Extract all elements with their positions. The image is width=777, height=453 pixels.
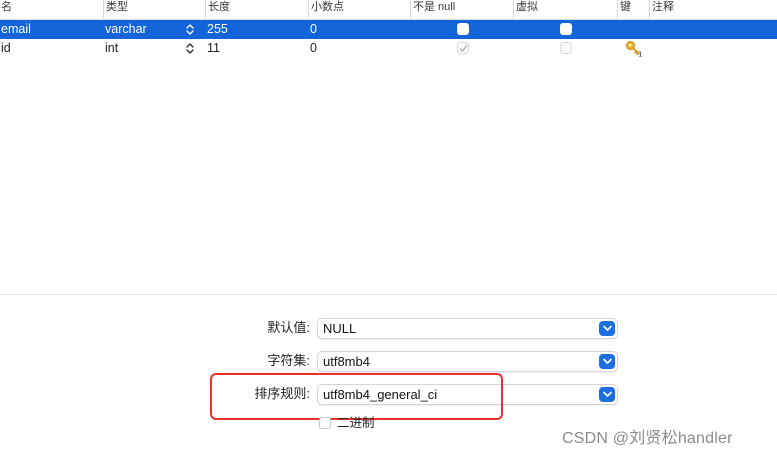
default-value-label: 默认值: xyxy=(267,320,310,335)
watermark: CSDN @刘贤松handler xyxy=(562,430,733,447)
binary-checkbox[interactable] xyxy=(319,417,331,429)
svg-text:1: 1 xyxy=(638,51,642,58)
not-null-checkbox[interactable] xyxy=(457,23,469,35)
virtual-checkbox[interactable] xyxy=(560,23,572,35)
column-header-decimals[interactable]: 小数点 xyxy=(308,0,410,20)
column-header-type[interactable]: 类型 xyxy=(103,0,205,20)
divider xyxy=(0,294,777,295)
charset-label: 字符集: xyxy=(267,353,310,368)
key-icon: 1 xyxy=(625,40,642,59)
column-header-virtual[interactable]: 虚拟 xyxy=(513,0,617,20)
charset-select[interactable]: utf8mb4 xyxy=(317,351,618,372)
column-header-not-null[interactable]: 不是 null xyxy=(410,0,513,20)
column-header-length[interactable]: 长度 xyxy=(205,0,308,20)
field-name-cell[interactable]: email xyxy=(0,20,31,39)
table-header: 名 类型 长度 小数点 不是 null 虚拟 键 注释 xyxy=(0,0,777,20)
not-null-checkbox[interactable] xyxy=(457,42,469,54)
field-table: 名 类型 长度 小数点 不是 null 虚拟 键 注释 email varcha… xyxy=(0,0,777,59)
table-row[interactable]: email varchar 255 0 xyxy=(0,20,777,39)
field-decimals-cell[interactable]: 0 xyxy=(308,20,317,39)
field-name-cell[interactable]: id xyxy=(0,39,11,58)
table-row[interactable]: id int 11 0 1 xyxy=(0,39,777,59)
default-value-text: NULL xyxy=(323,321,357,336)
type-stepper-icon[interactable] xyxy=(185,20,197,39)
charset-value-text: utf8mb4 xyxy=(323,354,370,369)
chevron-down-icon[interactable] xyxy=(599,387,615,402)
chevron-down-icon[interactable] xyxy=(599,354,615,369)
field-decimals-cell[interactable]: 0 xyxy=(308,39,317,58)
chevron-down-icon[interactable] xyxy=(599,321,615,336)
field-type-cell[interactable]: int xyxy=(103,39,118,58)
field-length-cell[interactable]: 11 xyxy=(205,39,220,58)
field-type-cell[interactable]: varchar xyxy=(103,20,147,39)
column-header-key[interactable]: 键 xyxy=(617,0,649,20)
collation-highlight-box xyxy=(210,373,503,420)
binary-label: 二进制 xyxy=(337,416,375,430)
column-header-comment[interactable]: 注释 xyxy=(649,0,753,20)
field-length-cell[interactable]: 255 xyxy=(205,20,228,39)
virtual-checkbox[interactable] xyxy=(560,42,572,54)
column-header-name[interactable]: 名 xyxy=(0,0,103,20)
default-value-select[interactable]: NULL xyxy=(317,318,618,339)
type-stepper-icon[interactable] xyxy=(185,39,197,58)
